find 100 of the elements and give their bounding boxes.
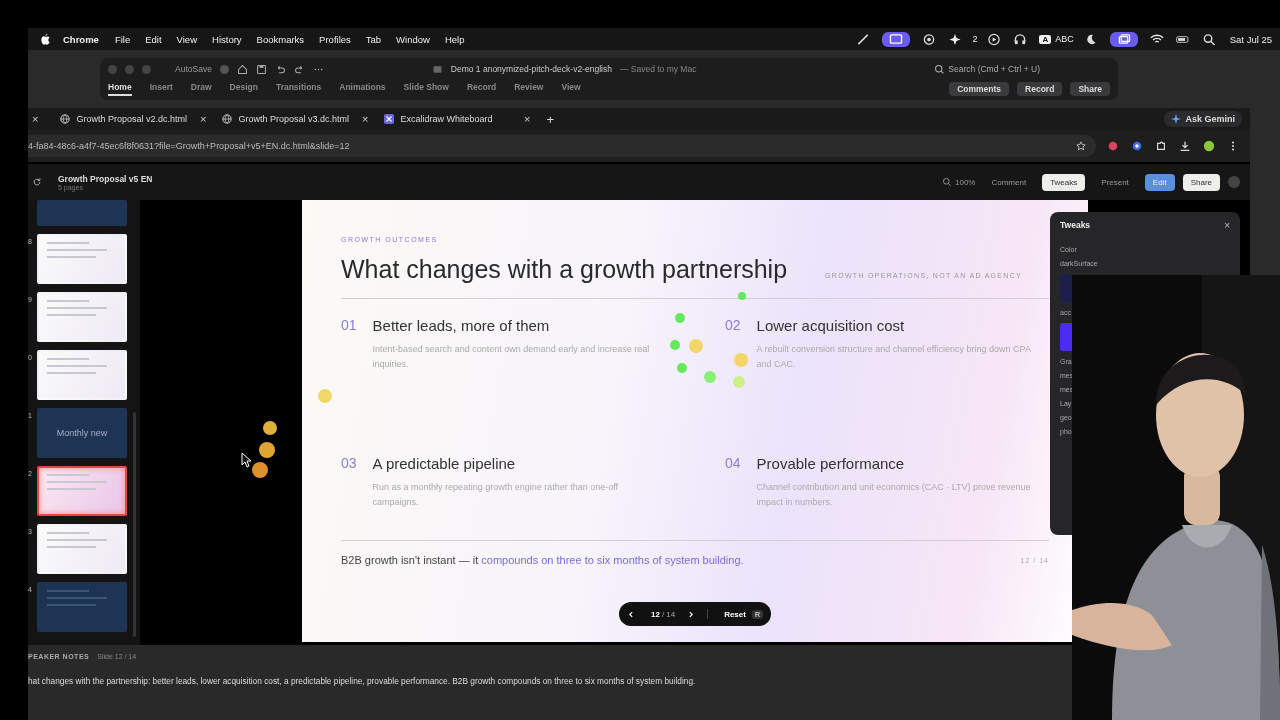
menu-item[interactable]: Bookmarks (256, 33, 305, 45)
next-icon[interactable] (687, 609, 696, 619)
browser-tab[interactable]: Excalidraw Whiteboard × (378, 110, 541, 128)
close-icon[interactable]: × (520, 113, 535, 125)
color-swatch[interactable] (1060, 323, 1072, 351)
close-icon[interactable]: × (28, 113, 43, 125)
app-menu[interactable]: Chrome (63, 33, 99, 45)
ribbon-tab[interactable]: Record (466, 82, 497, 96)
input-source[interactable]: ABC (1055, 34, 1074, 44)
close-icon[interactable]: × (358, 113, 373, 125)
footer-link[interactable]: compounds on three to six months of system building. (481, 554, 744, 566)
home-icon[interactable] (236, 63, 248, 75)
save-icon[interactable] (255, 63, 267, 75)
color-swatch[interactable] (1060, 274, 1072, 302)
download-icon[interactable] (1179, 140, 1191, 152)
ribbon-button[interactable]: Record (1017, 82, 1063, 96)
click-dot (675, 313, 685, 323)
menu-item[interactable]: View (176, 33, 197, 45)
click-dot (677, 363, 687, 373)
extension-icon[interactable] (1131, 140, 1143, 152)
whiteboard-icon (384, 114, 395, 124)
reload-icon[interactable] (32, 177, 42, 187)
ribbon-tab[interactable]: Design (229, 82, 258, 96)
ask-gemini-button[interactable]: Ask Gemini (1164, 111, 1242, 127)
profile-avatar[interactable] (1203, 140, 1215, 152)
sparkle-icon (1171, 114, 1182, 124)
click-dot (259, 442, 275, 458)
screen-icon[interactable] (882, 31, 911, 47)
slide-thumbnail[interactable] (37, 582, 127, 632)
slide-thumbnail[interactable] (37, 466, 127, 516)
ribbon-tab[interactable]: Draw (190, 82, 212, 96)
clock[interactable]: Sat Jul 25 (1229, 33, 1272, 45)
toolbar-button[interactable]: Present (1093, 173, 1137, 191)
browser-tab[interactable]: Growth Proposal v2.dc.html × (54, 110, 217, 128)
globe-icon (222, 114, 233, 124)
slide-thumbnail[interactable] (37, 234, 127, 284)
url-text: 4-fa84-48c6-a4f7-45ec6f8f0631?file=Growth+Proposal+v5+EN.dc.html&slide=12 (28, 141, 351, 151)
menu-item[interactable]: Help (444, 33, 465, 45)
close-icon[interactable]: × (1224, 220, 1230, 231)
headphones-icon[interactable] (1013, 32, 1028, 46)
ribbon-tab[interactable]: Animations (339, 82, 386, 96)
click-dot (734, 353, 748, 367)
search-field[interactable]: Search (Cmd + Ctrl + U) (934, 63, 1040, 75)
menu-item[interactable]: Tab (365, 33, 382, 45)
cursor-icon (241, 452, 252, 468)
address-bar[interactable]: 4-fa84-48c6-a4f7-45ec6f8f0631?file=Growth+Proposal+v5+EN.dc.html&slide=12 (28, 135, 1096, 157)
item-number: 03 (341, 455, 357, 471)
close-icon[interactable]: × (196, 113, 211, 125)
ribbon-tab[interactable]: Home (108, 82, 132, 96)
click-dot (252, 462, 268, 478)
slide-thumbnail[interactable] (37, 292, 127, 342)
footer-sentence: B2B growth isn't instant — it compounds on three to six months of system building. (341, 554, 744, 566)
windows-icon[interactable] (1109, 31, 1138, 47)
ribbon-tab[interactable]: Review (514, 82, 544, 96)
item-title: Better leads, more of them (372, 317, 551, 334)
slide-thumbnail[interactable]: Monthly new (37, 408, 127, 458)
ribbon-button[interactable]: Comments (949, 82, 1010, 96)
menu-item[interactable]: Edit (145, 33, 162, 45)
play-icon[interactable] (987, 32, 1002, 46)
new-tab-button[interactable]: + (546, 111, 555, 127)
click-dot (704, 371, 716, 383)
ribbon-tab[interactable]: Insert (149, 82, 173, 96)
slide-total: / 14 (661, 609, 676, 619)
slide-thumbnail[interactable] (37, 524, 127, 574)
ribbon-button[interactable]: Share (1070, 82, 1110, 96)
status-badge[interactable]: 2 (972, 34, 978, 44)
previous-icon[interactable] (627, 609, 635, 619)
star-icon[interactable] (1076, 141, 1086, 151)
redo-icon[interactable] (293, 63, 305, 75)
toolbar-button[interactable]: Tweaks (1042, 173, 1086, 191)
menu-item[interactable]: File (114, 33, 131, 45)
search-icon[interactable] (1201, 32, 1216, 46)
toolbar-button[interactable]: Share (1182, 173, 1220, 191)
reset-button[interactable]: Reset (724, 609, 746, 619)
slide-title: What changes with a growth partnership (341, 255, 788, 284)
toolbar-button[interactable]: Comment (983, 173, 1035, 191)
menu-item[interactable]: History (212, 33, 242, 45)
ribbon-tab[interactable]: View (561, 82, 581, 96)
menu-item[interactable]: Window (396, 33, 430, 45)
pen-icon[interactable] (856, 32, 871, 46)
slide-thumbnail[interactable] (37, 350, 127, 400)
sparkle-icon[interactable] (948, 32, 963, 46)
zoom-button[interactable]: 100% (942, 177, 976, 187)
click-dot (738, 292, 746, 300)
item-title: Provable performance (756, 455, 906, 472)
browser-tab[interactable]: Growth Proposal v3.dc.html × (216, 110, 379, 128)
tab-title: Growth Proposal v2.dc.html (76, 114, 188, 124)
input-key[interactable]: A (1039, 34, 1052, 44)
menu-item[interactable]: Profiles (319, 33, 351, 45)
item-description: Intent-based search and content own demand early and increase real inquiries. (372, 343, 651, 371)
autosave-toggle[interactable] (219, 64, 229, 74)
item-number: 04 (725, 455, 741, 471)
item-description: Run as a monthly repeating growth engine rather than one-off campaigns. (372, 481, 620, 509)
apple-icon[interactable] (40, 32, 51, 46)
click-dot (689, 339, 703, 353)
tab-title: Excalidraw Whiteboard (400, 114, 494, 124)
tab-title: Growth Proposal v3.dc.html (238, 114, 350, 124)
ribbon-tab[interactable]: Transitions (275, 82, 322, 96)
slide-thumbnail[interactable] (37, 200, 127, 226)
ribbon-tab[interactable]: Slide Show (403, 82, 449, 96)
